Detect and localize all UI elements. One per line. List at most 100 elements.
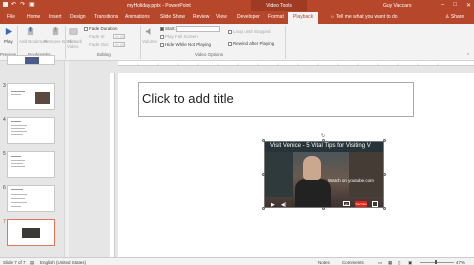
resize-handle[interactable] [383,173,386,176]
tab-animations[interactable]: Animations [125,14,150,20]
vertical-ruler [110,73,115,257]
document-title: myHoliday.pptx - PowerPoint [127,3,191,9]
tab-slide-show[interactable]: Slide Show [160,14,185,20]
reading-view-icon[interactable]: ▯ [398,260,400,265]
save-icon[interactable] [3,2,8,7]
play-full-screen-checkbox[interactable]: Play Full Screen [160,34,198,39]
ribbon-playback: Play Preview Add Bookmark Remove Bookmar… [0,24,474,61]
volume-button[interactable]: Volume [142,26,158,48]
tab-transitions[interactable]: Transitions [94,14,118,20]
resize-handle[interactable] [262,139,265,142]
resize-handle[interactable] [322,139,325,142]
slide-number: 6 [3,185,6,191]
slide-editor: Click to add title Visit Venice - 5 Vita… [69,61,474,257]
resize-handle[interactable] [322,207,325,210]
window-controls: – □ ✕ [441,2,471,9]
slide-number: 7 [3,219,6,225]
trim-icon [69,28,78,35]
play-button[interactable]: Play [2,26,16,48]
undo-icon[interactable]: ↶ [11,2,17,8]
ribbon-tabs: File Home Insert Design Transitions Anim… [0,11,474,24]
remove-bookmark-button[interactable]: Remove Bookmark [44,26,82,48]
tab-file[interactable]: File [7,14,15,20]
slide-thumbnail-selected[interactable] [7,219,55,246]
add-bookmark-button[interactable]: Add Bookmark [19,26,49,48]
tab-design[interactable]: Design [70,14,86,20]
watch-on-youtube-link[interactable]: Watch on youtube.com [328,178,374,183]
slide-sorter-icon[interactable]: ▦ [388,260,392,265]
fade-in-field[interactable]: 00.00 [113,34,125,39]
slideshow-icon[interactable]: ▣ [408,260,412,265]
redo-icon[interactable]: ↷ [20,2,26,8]
slide-thumbnail[interactable] [7,83,55,110]
thumbnail-image [25,57,39,64]
tab-view[interactable]: View [216,14,227,20]
start-dropdown[interactable] [176,26,220,32]
resize-handle[interactable] [383,207,386,210]
resize-handle[interactable] [383,139,386,142]
divider [65,26,66,59]
share-button[interactable]: ♙ Share [445,14,464,20]
embedded-video[interactable]: Visit Venice - 5 Vital Tips for Visiting… [264,141,384,208]
tab-insert[interactable]: Insert [49,14,62,20]
divider [285,26,286,59]
fade-out-label: Fade Out: [89,42,110,47]
spelling-icon[interactable]: ▤ [30,260,34,265]
captions-icon[interactable]: cc [343,201,350,206]
tab-review[interactable]: Review [193,14,209,20]
zoom-level[interactable]: 47% [456,260,465,265]
presenter-face [303,156,321,180]
slide-thumbnail[interactable] [7,185,55,212]
slide-thumbnail[interactable] [7,151,55,178]
title-placeholder[interactable]: Click to add title [138,82,414,117]
notes-button[interactable]: Notes [318,260,330,265]
trim-video-button[interactable]: Trim Video [67,26,81,50]
video-tools-context-label: Video Tools [251,0,307,11]
youtube-logo[interactable]: YouTube [355,201,367,207]
slide-number: 5 [3,151,6,157]
rewind-after-playing-checkbox[interactable]: Rewind after Playing [228,41,274,46]
fade-icon [84,26,88,31]
rotate-handle[interactable]: ↻ [321,133,325,139]
comments-button[interactable]: Comments [342,260,364,265]
tab-home[interactable]: Home [27,14,40,20]
video-title[interactable]: Visit Venice - 5 Vital Tips for Visiting… [270,143,371,149]
start-label: Start: [160,26,176,31]
video-volume-icon[interactable]: ◀) [281,202,287,208]
start-icon [160,26,164,31]
video-play-icon[interactable]: ▶ [271,202,275,208]
zoom-slider[interactable] [420,261,454,263]
tab-playback[interactable]: Playback [288,12,319,24]
divider [140,26,141,59]
bookmark-add-icon [27,27,34,36]
tab-format[interactable]: Format [268,14,284,20]
play-icon [5,27,13,36]
tab-developer[interactable]: Developer [237,14,260,20]
user-name[interactable]: Guy Vaccaro [383,3,412,9]
maximize-icon[interactable]: □ [453,2,457,9]
close-icon[interactable]: ✕ [466,2,471,9]
normal-view-icon[interactable]: ▭ [378,260,382,265]
collapse-ribbon-icon[interactable]: ⌃ [466,53,470,59]
present-icon[interactable]: ▣ [29,2,35,8]
slide-thumbnail-partial[interactable] [7,55,55,65]
quick-access-toolbar: ↶ ↷ ▣ [3,2,35,8]
zoom-thumb[interactable] [435,260,437,264]
slide-canvas[interactable]: Click to add title Visit Venice - 5 Vita… [118,73,474,257]
tell-me-search[interactable]: ☼ Tell me what you want to do [330,14,398,20]
thumbnail-image [35,92,50,104]
bookmark-remove-icon [52,27,59,36]
resize-handle[interactable] [262,207,265,210]
horizontal-ruler [118,61,474,66]
fade-out-field[interactable]: 00.00 [113,42,125,47]
minimize-icon[interactable]: – [441,2,444,9]
loop-until-stopped-checkbox[interactable]: Loop until Stopped [228,29,271,34]
slide-number: 4 [3,117,6,123]
hide-while-not-playing-checkbox[interactable]: Hide While Not Playing [160,42,211,47]
group-label-editing: Editing [97,52,111,57]
slide-thumbnail[interactable] [7,117,55,144]
language-indicator[interactable]: English (United States) [40,260,86,265]
resize-handle[interactable] [262,173,265,176]
fullscreen-icon[interactable] [372,201,378,207]
fade-duration-label: Fade Duration [84,26,118,31]
